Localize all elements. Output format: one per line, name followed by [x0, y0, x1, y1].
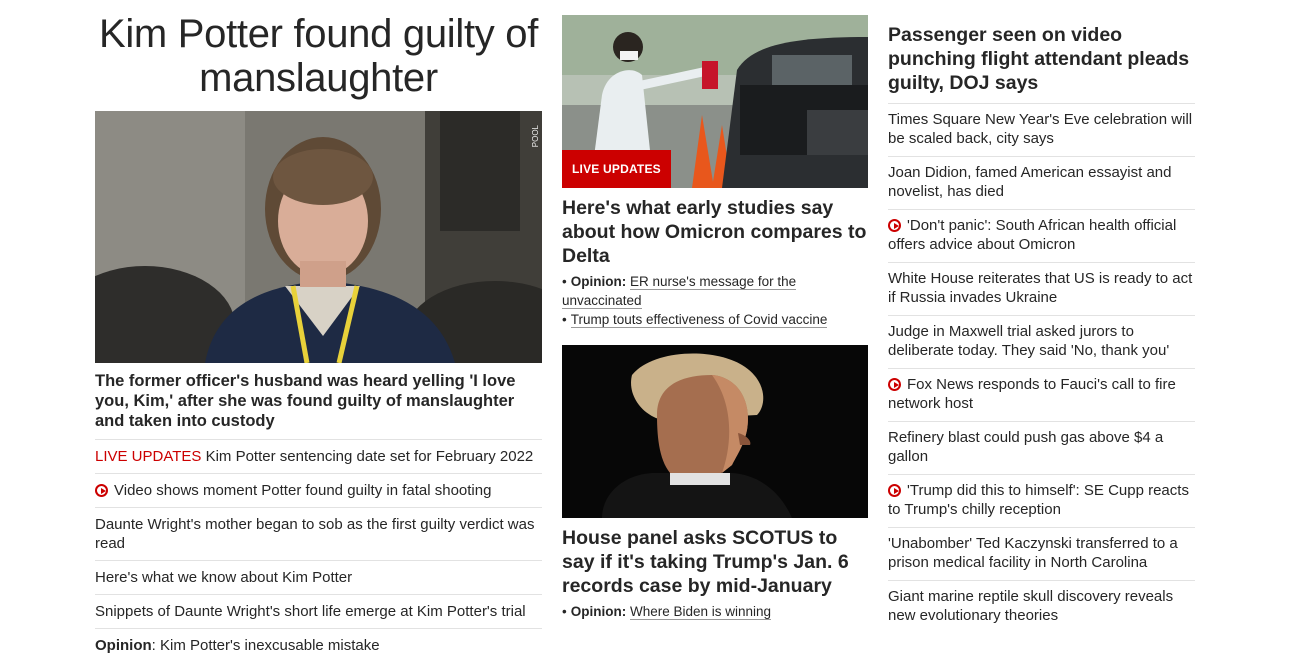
scotus-headline-link[interactable]: House panel asks SCOTUS to say if it's t… — [562, 527, 849, 597]
play-circle-icon — [888, 484, 901, 497]
trump-image[interactable] — [562, 345, 868, 518]
list-item-text[interactable]: Refinery blast could push gas above $4 a… — [888, 429, 1163, 465]
list-item[interactable]: Opinion: Kim Potter's inexcusable mistak… — [95, 628, 542, 662]
pool-watermark: POOL — [531, 125, 540, 148]
bullet-link[interactable]: Trump touts effectiveness of Covid vacci… — [570, 312, 828, 328]
list-item[interactable]: Times Square New Year's Eve celebration … — [888, 103, 1195, 156]
lead-story: Kim Potter found guilty of manslaughter … — [95, 12, 542, 662]
bullet-dot: • — [562, 604, 567, 619]
list-item-text[interactable]: Here's what we know about Kim Potter — [95, 569, 352, 586]
lead-image[interactable]: POOL — [95, 111, 542, 363]
play-circle-icon — [95, 484, 108, 497]
middle-column: LIVE UPDATES Here's what early studies s… — [562, 15, 868, 621]
trump-profile-photo — [562, 345, 868, 518]
list-item[interactable]: Giant marine reptile skull discovery rev… — [888, 580, 1195, 633]
live-updates-label: LIVE UPDATES — [95, 448, 202, 465]
list-item[interactable]: Here's what we know about Kim Potter — [95, 560, 542, 594]
list-item[interactable]: Video shows moment Potter found guilty i… — [95, 473, 542, 507]
bullet-link[interactable]: Where Biden is winning — [629, 604, 772, 620]
headline-list: Times Square New Year's Eve celebration … — [888, 103, 1195, 633]
lead-related-list: LIVE UPDATES Kim Potter sentencing date … — [95, 439, 542, 662]
list-item[interactable]: Joan Didion, famed American essayist and… — [888, 156, 1195, 209]
omicron-headline[interactable]: Here's what early studies say about how … — [562, 196, 868, 268]
list-item-text[interactable]: Video shows moment Potter found guilty i… — [114, 482, 491, 499]
list-item-text[interactable]: 'Trump did this to himself': SE Cupp rea… — [888, 482, 1189, 518]
play-circle-icon — [888, 378, 901, 391]
scotus-bullets: • Opinion: Where Biden is winning — [562, 602, 868, 621]
list-item-text[interactable]: 'Unabomber' Ted Kaczynski transferred to… — [888, 535, 1178, 571]
opinion-label: Opinion: — [570, 604, 627, 619]
bullet-item[interactable]: • Opinion: ER nurse's message for the unv… — [562, 272, 868, 310]
lead-subheadline[interactable]: The former officer's husband was heard y… — [95, 371, 542, 431]
list-item[interactable]: Fox News responds to Fauci's call to fir… — [888, 368, 1195, 421]
list-item-text[interactable]: Daunte Wright's mother began to sob as t… — [95, 516, 534, 552]
list-item-text[interactable]: Joan Didion, famed American essayist and… — [888, 164, 1171, 200]
list-item-text[interactable]: Fox News responds to Fauci's call to fir… — [888, 376, 1176, 412]
list-item[interactable]: 'Don't panic': South African health offi… — [888, 209, 1195, 262]
bullet-item[interactable]: • Trump touts effectiveness of Covid vacc… — [562, 310, 868, 329]
list-item[interactable]: LIVE UPDATES Kim Potter sentencing date … — [95, 439, 542, 473]
omicron-headline-link[interactable]: Here's what early studies say about how … — [562, 197, 866, 267]
omicron-image[interactable]: LIVE UPDATES — [562, 15, 868, 188]
list-item[interactable]: White House reiterates that US is ready … — [888, 262, 1195, 315]
list-item[interactable]: Judge in Maxwell trial asked jurors to d… — [888, 315, 1195, 368]
omicron-bullets: • Opinion: ER nurse's message for the unv… — [562, 272, 868, 329]
scotus-headline[interactable]: House panel asks SCOTUS to say if it's t… — [562, 526, 868, 598]
lead-subheadline-link[interactable]: The former officer's husband was heard y… — [95, 372, 515, 430]
right-column: Passenger seen on video punching flight … — [888, 23, 1195, 633]
opinion-label: Opinion — [95, 637, 152, 654]
bullet-item[interactable]: • Opinion: Where Biden is winning — [562, 602, 868, 621]
list-item[interactable]: 'Trump did this to himself': SE Cupp rea… — [888, 474, 1195, 527]
list-item-text[interactable]: Giant marine reptile skull discovery rev… — [888, 588, 1173, 624]
lead-headline-link[interactable]: Kim Potter found guilty of manslaughter — [99, 12, 538, 100]
play-circle-icon — [888, 219, 901, 232]
bullet-dot: • — [562, 312, 567, 327]
list-item-text[interactable]: Kim Potter sentencing date set for Febru… — [201, 448, 534, 465]
list-item-text[interactable]: : Kim Potter's inexcusable mistake — [152, 637, 380, 654]
bullet-dot: • — [562, 274, 567, 289]
list-item[interactable]: Refinery blast could push gas above $4 a… — [888, 421, 1195, 474]
top-headline[interactable]: Passenger seen on video punching flight … — [888, 23, 1195, 95]
courtroom-photo — [95, 111, 542, 363]
live-updates-badge[interactable]: LIVE UPDATES — [562, 150, 671, 188]
list-item-text[interactable]: White House reiterates that US is ready … — [888, 270, 1192, 306]
list-item[interactable]: 'Unabomber' Ted Kaczynski transferred to… — [888, 527, 1195, 580]
list-item[interactable]: Snippets of Daunte Wright's short life e… — [95, 594, 542, 628]
list-item-text[interactable]: Judge in Maxwell trial asked jurors to d… — [888, 323, 1169, 359]
list-item-text[interactable]: Times Square New Year's Eve celebration … — [888, 111, 1192, 147]
list-item-text[interactable]: 'Don't panic': South African health offi… — [888, 217, 1176, 253]
lead-headline[interactable]: Kim Potter found guilty of manslaughter — [95, 12, 542, 100]
opinion-label: Opinion: — [570, 274, 627, 289]
list-item[interactable]: Daunte Wright's mother began to sob as t… — [95, 507, 542, 560]
list-item-text[interactable]: Snippets of Daunte Wright's short life e… — [95, 603, 526, 620]
top-headline-link[interactable]: Passenger seen on video punching flight … — [888, 24, 1189, 94]
